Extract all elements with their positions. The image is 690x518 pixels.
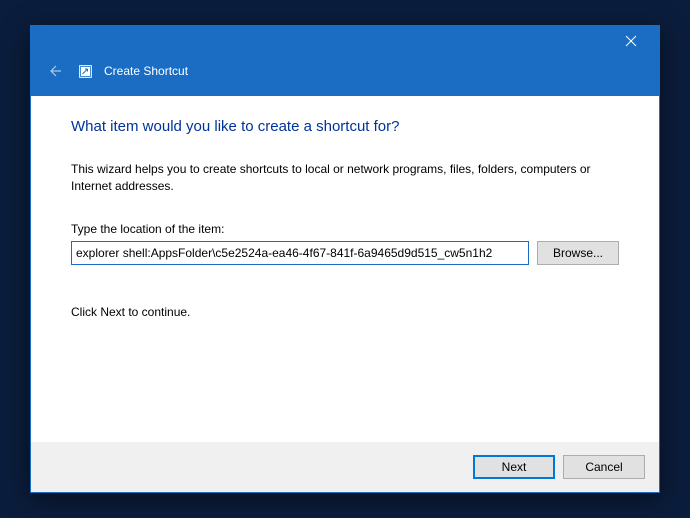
back-button[interactable] xyxy=(43,59,67,83)
location-row: Browse... xyxy=(71,241,619,265)
create-shortcut-window: Create Shortcut What item would you like… xyxy=(30,25,660,493)
browse-button[interactable]: Browse... xyxy=(537,241,619,265)
location-input[interactable] xyxy=(71,241,529,265)
location-label: Type the location of the item: xyxy=(71,222,619,236)
back-arrow-icon xyxy=(47,63,63,79)
close-button[interactable] xyxy=(611,27,651,55)
headerbar: Create Shortcut xyxy=(31,56,659,96)
titlebar xyxy=(31,26,659,56)
wizard-heading: What item would you like to create a sho… xyxy=(71,118,619,135)
close-icon xyxy=(625,35,637,47)
content-area: What item would you like to create a sho… xyxy=(31,96,659,442)
wizard-description: This wizard helps you to create shortcut… xyxy=(71,161,619,196)
window-title: Create Shortcut xyxy=(104,64,188,78)
shortcut-icon xyxy=(79,65,92,78)
next-button[interactable]: Next xyxy=(473,455,555,479)
cancel-button[interactable]: Cancel xyxy=(563,455,645,479)
continue-text: Click Next to continue. xyxy=(71,305,619,319)
footer: Next Cancel xyxy=(31,442,659,492)
